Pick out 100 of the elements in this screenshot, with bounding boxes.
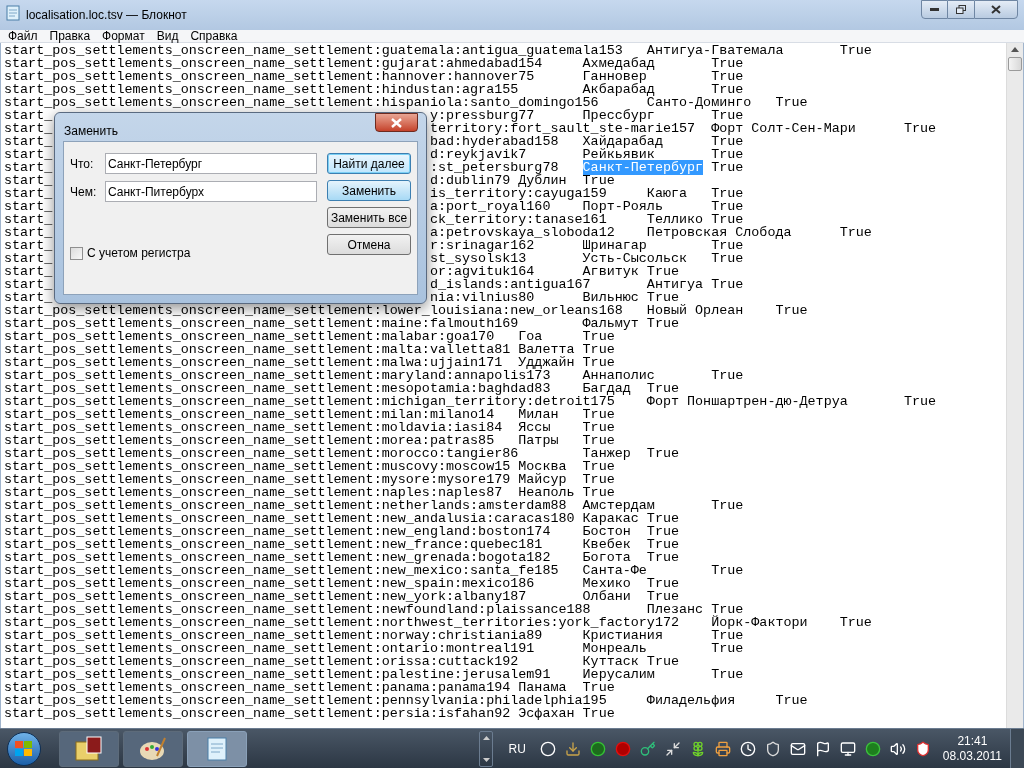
menu-item[interactable]: Файл — [2, 29, 44, 42]
field-label: Что: — [70, 155, 95, 173]
selected-text: Санкт-Петербург — [582, 160, 704, 175]
taskbar-button[interactable] — [59, 730, 119, 767]
text-field[interactable]: Санкт-Питербурх — [105, 181, 317, 202]
dialog-button[interactable]: Заменить все — [327, 207, 411, 228]
text-line: start_pos_settlements_onscreen_name_settlement:malwa:ujjain171 Удджайн True — [4, 355, 615, 370]
flag-icon[interactable] — [814, 740, 831, 757]
dialog-button[interactable]: Отмена — [327, 234, 411, 255]
close-button[interactable] — [974, 0, 1018, 19]
text-line: start_pos_settlements_onscreen_name_settlement:malabar:goa170 Гоа True — [4, 329, 615, 344]
text-line: r:srinagar162 Шринагар True — [429, 238, 744, 253]
text-line: start_ — [4, 147, 53, 162]
circle-icon[interactable] — [864, 740, 881, 757]
text-line: start_pos_settlements_onscreen_name_settlement:hispaniola:santo_domingo156 Санто-Доминго True — [4, 95, 808, 110]
key-icon[interactable] — [639, 740, 656, 757]
envelope-icon[interactable] — [789, 740, 806, 757]
text-line: a:port_royal160 Порт-Рояль True — [429, 199, 744, 214]
text-line: start_pos_settlements_onscreen_name_settlement:guatemala:antigua_guatemala153 Антигуа-Гватемала True — [4, 43, 872, 58]
text-line: st_sysolsk13 Усть-Сысольск True — [429, 251, 744, 266]
text-line: start_ — [4, 160, 53, 175]
shield-icon[interactable] — [914, 740, 931, 757]
clock-date: 08.03.2011 — [942, 748, 1002, 764]
text-line: start_pos_settlements_onscreen_name_settlement:hindustan:agra155 Акбарабад True — [4, 82, 744, 97]
close-button[interactable] — [375, 113, 418, 132]
text-line: start_pos_settlements_onscreen_name_settlement:morocco:tangier86 Танжер True — [4, 446, 679, 461]
notepad-icon — [5, 5, 21, 21]
printer-icon[interactable] — [714, 740, 731, 757]
text-line: start_pos_settlements_onscreen_name_settlement:new_france:quebec181 Квебек True — [4, 537, 679, 552]
text-line: start_ — [4, 173, 53, 188]
taskbar-button[interactable] — [187, 730, 247, 767]
text-line: start_pos_settlements_onscreen_name_settlement:new_andalusia:caracas180 Каракас True — [4, 511, 679, 526]
text-line: start_pos_settlements_onscreen_name_settlement:palestine:jerusalem91 Иерусалим True — [4, 667, 744, 682]
text-line: start_ — [4, 277, 53, 292]
maximize-button[interactable] — [948, 0, 974, 19]
text-line: start_pos_settlements_onscreen_name_settlement:naples:naples87 Неаполь True — [4, 485, 615, 500]
text-line: start_pos_settlements_onscreen_name_settlement:netherlands:amsterdam88 Амстердам True — [4, 498, 744, 513]
text-line: start_pos_settlements_onscreen_name_settlement:mysore:mysore179 Майсур True — [4, 472, 615, 487]
taskbar-button[interactable] — [123, 730, 183, 767]
text-line: or:agvituk164 Агвитук True — [429, 264, 679, 279]
text-line: start_pos_settlements_onscreen_name_settlement:malta:valletta81 Валетта True — [4, 342, 615, 357]
clock-time: 21:41 — [957, 733, 988, 749]
text-line: bad:hyderabad158 Хайдарабад True — [429, 134, 744, 149]
text-line: True — [710, 160, 744, 175]
tray-scroll[interactable] — [479, 730, 494, 767]
close-icon — [391, 117, 402, 128]
text-line: start_pos_settlements_onscreen_name_settlement:moldavia:iasi84 Яссы True — [4, 420, 615, 435]
text-line: start_pos_settlements_onscreen_name_settlement:norway:christiania89 Кристиания True — [4, 628, 744, 643]
up-arrow-icon[interactable] — [483, 735, 490, 740]
menu-item[interactable]: Правка — [43, 29, 97, 42]
text-line: ck_territory:tanase161 Теллико True — [429, 212, 744, 227]
down-arrow-icon[interactable] — [483, 757, 490, 762]
text-line: start_pos_settlements_onscreen_name_settlement:michigan_territory:detroit175 Форт Поншартрен-дю-Детруа True — [4, 394, 937, 409]
text-line: start_pos_settlements_onscreen_name_settlement:pennsylvania:philadelphia195 Филадельфия True — [4, 693, 808, 708]
text-line: start_pos_settlements_onscreen_name_settlement:hannover:hannover75 Ганновер True — [4, 69, 744, 84]
menu-item[interactable]: Справка — [184, 29, 244, 42]
start-button[interactable] — [7, 731, 41, 766]
shield-icon[interactable] — [764, 740, 781, 757]
text-line: d:dublin79 Дублин True — [429, 173, 615, 188]
text-line: :st_petersburg78 — [429, 160, 559, 175]
menu-item[interactable]: Формат — [96, 29, 151, 42]
menu-item[interactable]: Вид — [150, 29, 185, 42]
checkbox-label: С учетом регистра — [87, 245, 191, 262]
text-line: start_pos_settlements_onscreen_name_settlement:new_grenada:bogota182 Богота True — [4, 550, 679, 565]
text-line: is_territory:cayuga159 Каюга True — [429, 186, 744, 201]
minimize-icon — [930, 8, 939, 11]
scroll-thumb[interactable] — [1008, 57, 1022, 71]
dialog-button[interactable]: Заменить — [327, 180, 411, 201]
restore-icon — [956, 5, 966, 14]
text-line: start_pos_settlements_onscreen_name_settlement:lower_louisiana:new_orleans168 Новый Орлеан True — [4, 303, 808, 318]
download-icon[interactable] — [564, 740, 581, 757]
text-line: start_ — [4, 186, 53, 201]
checkbox[interactable] — [70, 246, 83, 260]
text-line: start_pos_settlements_onscreen_name_settlement:muscovy:moscow15 Москва True — [4, 459, 615, 474]
text-line: start_pos_settlements_onscreen_name_settlement:northwest_territories:york_factory172 Йорк-Фактори True — [4, 615, 872, 630]
clock[interactable]: 21:41 08.03.2011 — [942, 733, 1002, 764]
text-line: start_pos_settlements_onscreen_name_settlement:mesopotamia:baghdad83 Багдад True — [4, 381, 679, 396]
clock-icon[interactable] — [739, 740, 756, 757]
notepad-icon — [204, 735, 230, 762]
text-line: d:reykjavik7 Рейкьявик True — [429, 147, 744, 162]
text-line: y:pressburg77 Прессбург True — [429, 108, 744, 123]
dialog-button[interactable]: Найти далее — [327, 153, 411, 174]
text-line: start_ — [4, 212, 53, 227]
text-line: start_ — [4, 199, 53, 214]
language-indicator[interactable]: RU — [508, 739, 526, 758]
scroll-up-icon[interactable] — [1011, 47, 1019, 52]
text-field[interactable]: Санкт-Петербург — [105, 153, 317, 174]
text-line: start_ — [4, 134, 53, 149]
dialog-title: Заменить — [64, 123, 118, 140]
field-label: Чем: — [70, 183, 98, 201]
text-line: start_pos_settlements_onscreen_name_settlement:maine:falmouth169 Фальмут True — [4, 316, 679, 331]
minimize-button[interactable] — [921, 0, 948, 19]
text-line: territory:fort_sault_ste-marie157 Форт Солт-Сен-Мари True — [429, 121, 937, 136]
text-line: nia:vilnius80 Вильнюс True — [429, 290, 679, 305]
text-line: d_islands:antigua167 Антигуа True — [429, 277, 744, 292]
circle-icon[interactable] — [589, 740, 606, 757]
network-icon[interactable] — [839, 740, 856, 757]
close-icon — [991, 5, 1001, 14]
speaker-icon[interactable] — [889, 740, 906, 757]
arrows-icon[interactable] — [664, 740, 681, 757]
